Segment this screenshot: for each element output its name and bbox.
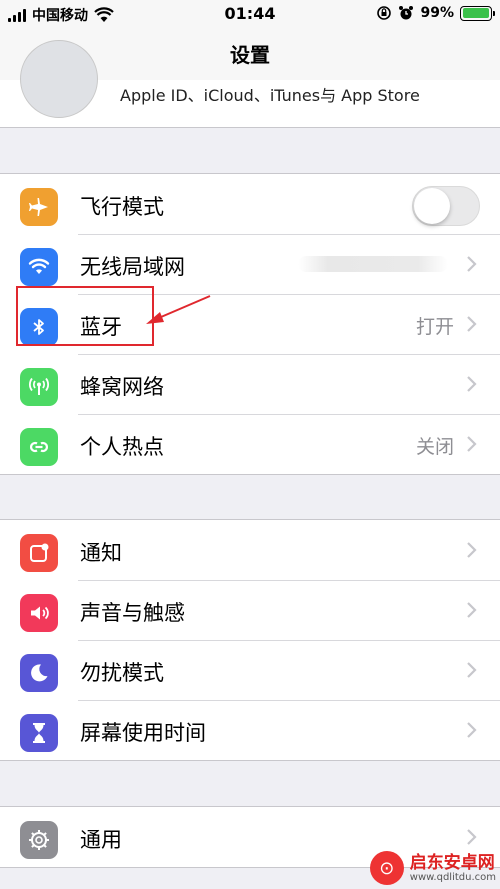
- chevron-right-icon: [467, 722, 477, 738]
- chevron-right-icon: [467, 602, 477, 618]
- wifi-icon: [20, 248, 58, 286]
- sound-icon: [20, 594, 58, 632]
- notifications-icon: [20, 534, 58, 572]
- row-label: 声音与触感: [80, 601, 185, 625]
- row-label: 通用: [80, 828, 122, 852]
- bluetooth-status: 打开: [415, 316, 454, 338]
- settings-row-do-not-disturb[interactable]: 勿扰模式: [0, 640, 500, 700]
- avatar: [20, 40, 98, 118]
- settings-row-personal-hotspot[interactable]: 个人热点 关闭: [0, 414, 500, 474]
- annotation-arrow-icon: [146, 295, 211, 324]
- settings-row-airplane-mode[interactable]: 飞行模式: [0, 174, 500, 234]
- row-label: 个人热点: [80, 435, 164, 459]
- watermark-logo-icon: ⊙: [369, 851, 404, 885]
- watermark: ⊙ 启东安卓网 www.qdlitdu.com: [369, 851, 496, 885]
- row-label: 通知: [80, 541, 122, 565]
- watermark-url: www.qdlitdu.com: [409, 871, 496, 883]
- row-label: 飞行模式: [80, 195, 164, 219]
- cellular-icon: [20, 368, 58, 406]
- row-label: 勿扰模式: [80, 661, 164, 685]
- settings-row-wifi[interactable]: 无线局域网: [0, 234, 500, 294]
- row-label: 蜂窝网络: [80, 375, 164, 399]
- chevron-right-icon: [467, 256, 477, 272]
- battery-icon: [460, 5, 495, 21]
- settings-row-sounds[interactable]: 声音与触感: [0, 580, 500, 640]
- chevron-right-icon: [467, 316, 477, 332]
- chevron-right-icon: [467, 436, 477, 452]
- gear-icon: [20, 821, 58, 859]
- chevron-right-icon: [467, 829, 477, 845]
- settings-row-cellular[interactable]: 蜂窝网络: [0, 354, 500, 414]
- hotspot-status: 关闭: [415, 436, 454, 458]
- orientation-lock-icon: [377, 6, 392, 20]
- hotspot-icon: [20, 428, 58, 466]
- chevron-right-icon: [467, 542, 477, 558]
- settings-row-notifications[interactable]: 通知: [0, 520, 500, 580]
- alarm-icon: [399, 6, 414, 20]
- airplane-icon: [20, 188, 58, 226]
- notifications-group: 通知 声音与触感 勿扰模式 屏幕使用时间: [0, 519, 500, 761]
- annotation-highlight-box: [16, 286, 154, 346]
- airplane-mode-toggle[interactable]: [412, 186, 480, 226]
- row-label: 无线局域网: [80, 255, 185, 279]
- battery-percent: 99%: [420, 5, 454, 21]
- wifi-network-name-blurred: [298, 256, 448, 272]
- moon-icon: [20, 654, 58, 692]
- settings-row-screen-time[interactable]: 屏幕使用时间: [0, 700, 500, 760]
- chevron-right-icon: [467, 376, 477, 392]
- hourglass-icon: [20, 714, 58, 752]
- row-label: 屏幕使用时间: [80, 721, 206, 745]
- watermark-title: 启东安卓网: [409, 852, 495, 873]
- apple-id-subtitle: Apple ID、iCloud、iTunes与 App Store: [120, 86, 420, 105]
- chevron-right-icon: [467, 662, 477, 678]
- status-bar: 中国移动 01:44 99%: [0, 0, 500, 30]
- apple-id-row[interactable]: Apple ID、iCloud、iTunes与 App Store: [0, 40, 500, 128]
